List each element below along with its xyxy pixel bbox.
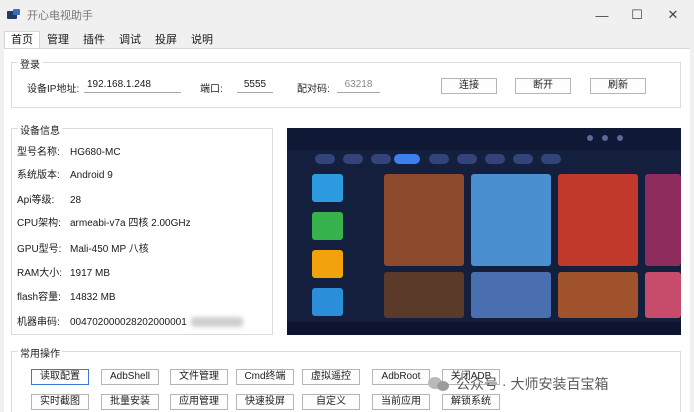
file-manager-button[interactable]: 文件管理	[170, 369, 228, 385]
maximize-button[interactable]: ☐	[620, 0, 654, 30]
preview-bottom-bar	[287, 322, 681, 335]
status-icon	[617, 135, 623, 141]
title-bar: 开心电视助手 — ☐ ✕	[0, 0, 694, 30]
screenshot-button[interactable]: 实时截图	[31, 394, 89, 410]
redacted-serial	[190, 317, 243, 328]
wechat-icon	[428, 375, 450, 393]
batch-install-button[interactable]: 批量安装	[101, 394, 159, 410]
adbroot-button[interactable]: AdbRoot	[372, 369, 430, 385]
refresh-button[interactable]: 刷新	[590, 78, 646, 94]
tab-cast[interactable]: 投屏	[148, 31, 184, 48]
preview-nav-item	[429, 154, 449, 164]
app-manager-button[interactable]: 应用管理	[170, 394, 228, 410]
info-label: flash容量:	[17, 292, 61, 303]
read-config-button[interactable]: 读取配置	[31, 369, 89, 385]
tab-strip: 首页 管理 插件 调试 投屏 说明	[4, 31, 220, 48]
preview-top-bar	[287, 128, 681, 150]
preview-nav-item	[513, 154, 533, 164]
preview-poster	[558, 272, 638, 318]
info-row-serial: 机器串码: 004702000028202000001	[17, 313, 243, 328]
status-icon	[587, 135, 593, 141]
preview-nav-item	[315, 154, 335, 164]
device-info-title: 设备信息	[18, 122, 62, 137]
info-row-ram: RAM大小: 1917 MB	[17, 264, 110, 279]
info-row-os: 系统版本: Android 9	[17, 166, 113, 181]
preview-poster	[645, 272, 681, 318]
info-label: Api等级:	[17, 195, 55, 206]
preview-poster	[645, 174, 681, 266]
device-info-group: 设备信息	[11, 122, 273, 335]
info-row-model: 型号名称: HG680-MC	[17, 143, 121, 158]
tab-debug[interactable]: 调试	[112, 31, 148, 48]
info-label: CPU架构:	[17, 218, 61, 229]
info-row-api: Api等级: 28	[17, 191, 81, 206]
info-row-gpu: GPU型号: Mali-450 MP 八核	[17, 240, 149, 255]
pair-code-input[interactable]: 63218	[337, 78, 380, 93]
preview-poster	[558, 174, 638, 266]
ip-label: 设备IP地址:	[27, 84, 80, 95]
connect-button[interactable]: 连接	[441, 78, 497, 94]
info-value: 28	[70, 195, 82, 206]
tab-home[interactable]: 首页	[4, 31, 40, 48]
info-value: 14832 MB	[70, 292, 116, 303]
info-value: HG680-MC	[70, 147, 121, 158]
port-label: 端口:	[200, 84, 223, 95]
preview-nav-item	[541, 154, 561, 164]
info-label: 系统版本:	[17, 170, 60, 181]
port-input[interactable]: 5555	[237, 78, 273, 93]
pair-code-label: 配对码:	[297, 84, 330, 95]
info-value: Android 9	[70, 170, 113, 181]
preview-poster	[384, 174, 464, 266]
preview-nav-item	[371, 154, 391, 164]
minimize-button[interactable]: —	[585, 0, 619, 30]
preview-side-tile	[312, 174, 343, 202]
current-app-button[interactable]: 当前应用	[372, 394, 430, 410]
close-button[interactable]: ✕	[656, 0, 690, 30]
info-value: Mali-450 MP 八核	[70, 244, 149, 255]
login-group-title: 登录	[18, 56, 42, 71]
info-label: 型号名称:	[17, 147, 60, 158]
cmd-terminal-button[interactable]: Cmd终端	[236, 369, 294, 385]
info-row-cpu: CPU架构: armeabi-v7a 四核 2.00GHz	[17, 214, 191, 229]
watermark-text: 公众号 · 大师安装百宝箱	[456, 376, 609, 392]
preview-poster	[471, 272, 551, 318]
preview-side-tile	[312, 212, 343, 240]
tab-help[interactable]: 说明	[184, 31, 220, 48]
info-label: 机器串码:	[17, 317, 60, 328]
preview-poster	[384, 272, 464, 318]
status-icon	[602, 135, 608, 141]
info-value: 004702000028202000001	[70, 317, 187, 328]
preview-side-tile	[312, 250, 343, 278]
unlock-system-button[interactable]: 解锁系统	[442, 394, 500, 410]
info-value: armeabi-v7a 四核 2.00GHz	[70, 218, 191, 229]
watermark: 公众号 · 大师安装百宝箱	[428, 374, 608, 394]
custom-button[interactable]: 自定义	[302, 394, 360, 410]
virtual-remote-button[interactable]: 虚拟遥控	[302, 369, 360, 385]
app-icon	[7, 9, 21, 21]
quick-cast-button[interactable]: 快速投屏	[236, 394, 294, 410]
info-label: GPU型号:	[17, 244, 62, 255]
preview-nav-item-selected	[394, 154, 420, 164]
preview-side-tile	[312, 288, 343, 316]
preview-poster	[471, 174, 551, 266]
info-value: 1917 MB	[70, 268, 111, 279]
preview-nav-item	[485, 154, 505, 164]
preview-nav-item	[457, 154, 477, 164]
common-ops-title: 常用操作	[18, 345, 62, 360]
window-title: 开心电视助手	[27, 10, 93, 22]
tab-manage[interactable]: 管理	[40, 31, 76, 48]
screen-preview	[287, 128, 681, 335]
info-row-flash: flash容量: 14832 MB	[17, 288, 116, 303]
info-label: RAM大小:	[17, 268, 62, 279]
adbshell-button[interactable]: AdbShell	[101, 369, 159, 385]
tab-plugins[interactable]: 插件	[76, 31, 112, 48]
preview-nav-item	[343, 154, 363, 164]
ip-input[interactable]: 192.168.1.248	[84, 78, 181, 93]
disconnect-button[interactable]: 断开	[515, 78, 571, 94]
